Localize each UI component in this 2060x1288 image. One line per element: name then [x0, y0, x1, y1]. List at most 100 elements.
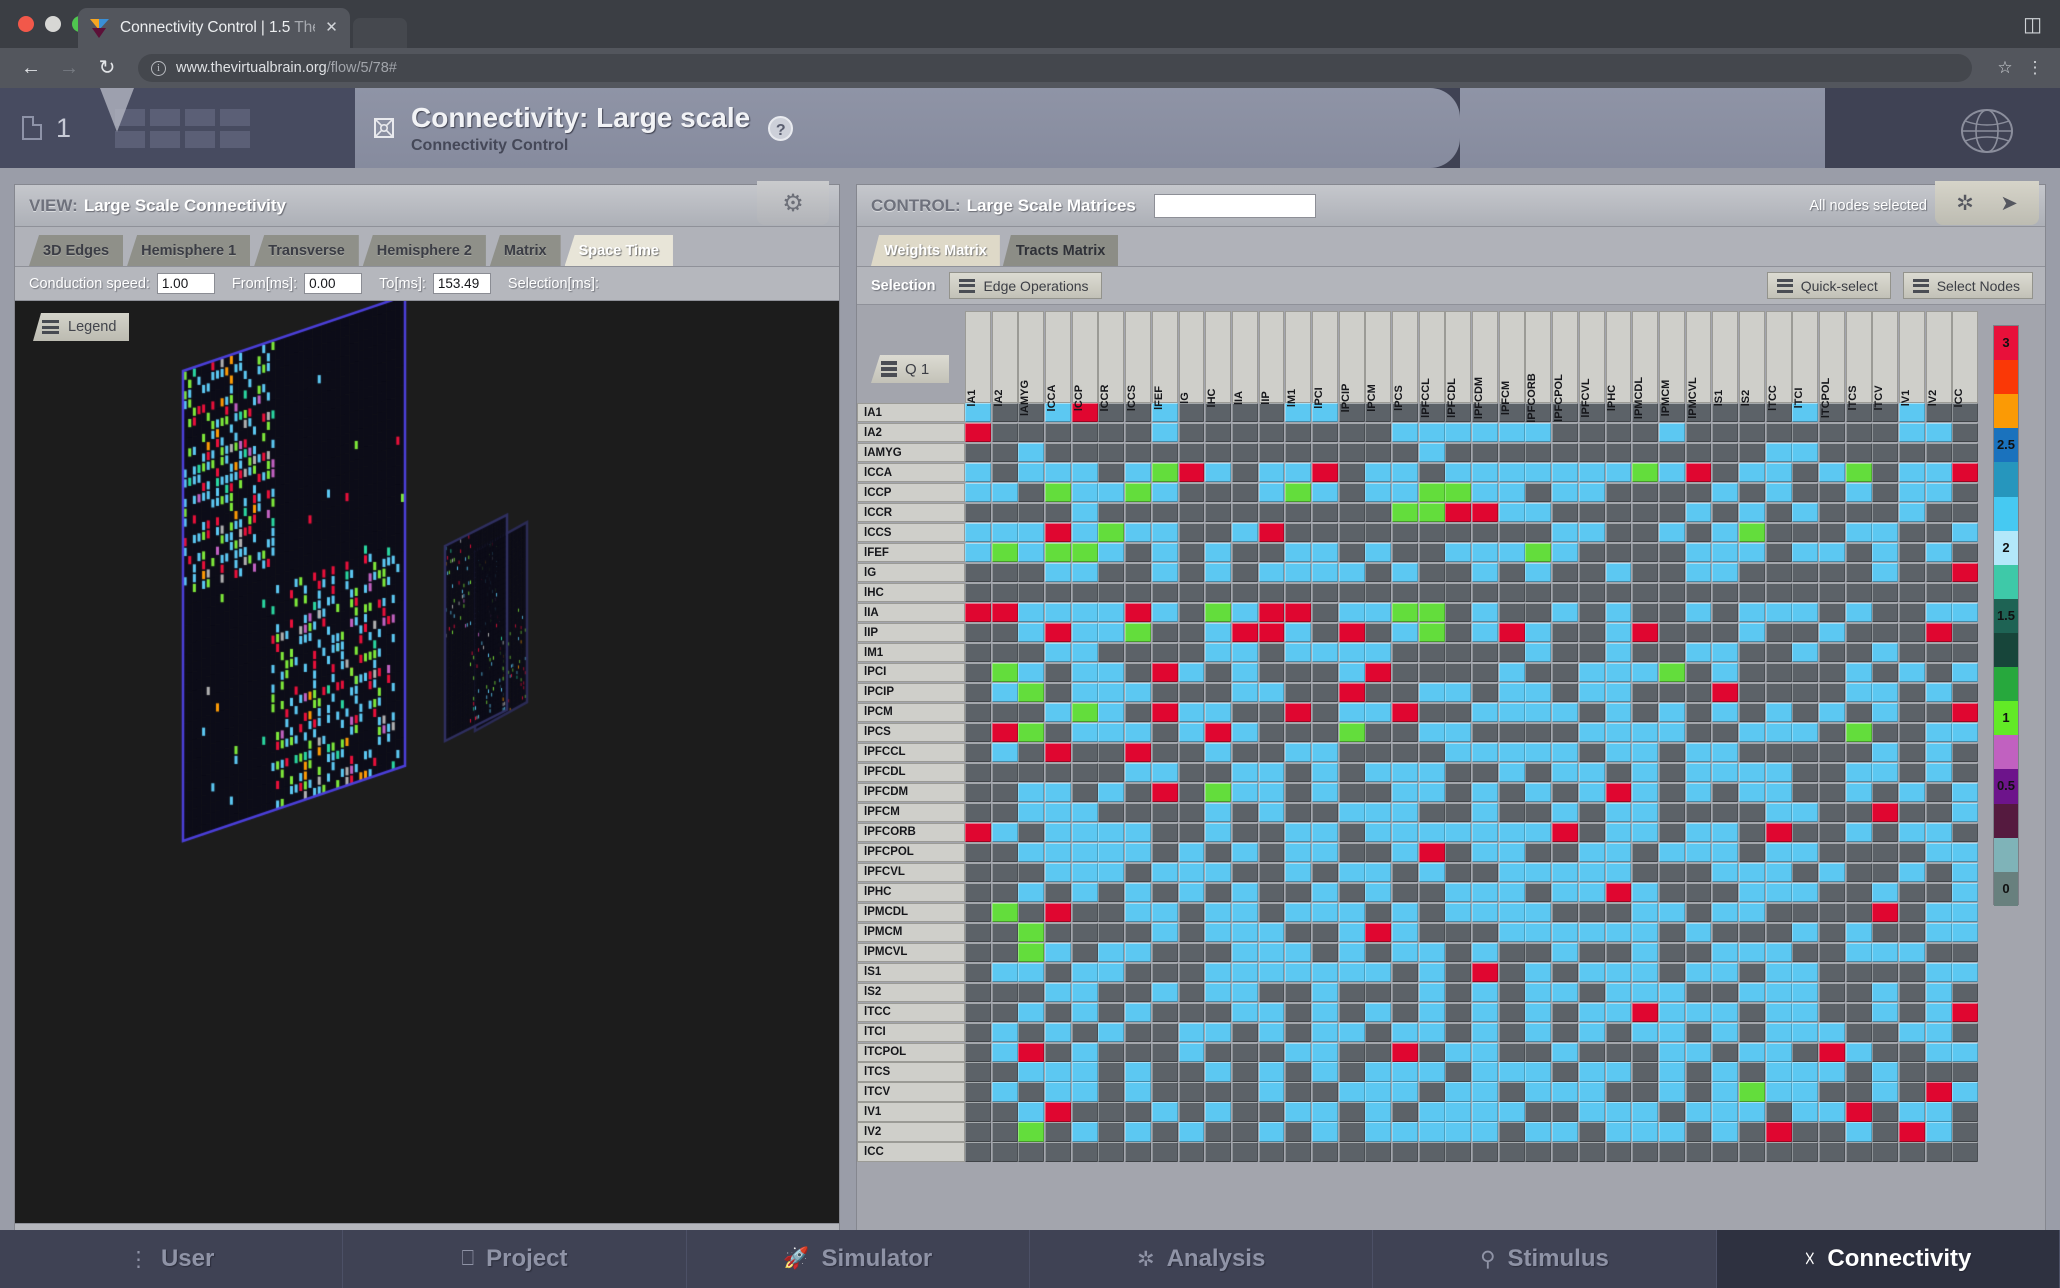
matrix-cell[interactable]: [1765, 502, 1792, 523]
matrix-column-label[interactable]: lS2: [1738, 311, 1765, 406]
matrix-cell[interactable]: [1338, 422, 1365, 443]
matrix-cell[interactable]: [1151, 762, 1178, 783]
matrix-cell[interactable]: [1231, 1122, 1258, 1142]
matrix-cell[interactable]: [965, 722, 991, 743]
matrix-cell[interactable]: [1498, 1042, 1525, 1062]
matrix-cell[interactable]: [1925, 882, 1952, 903]
matrix-cell[interactable]: [1578, 482, 1605, 503]
matrix-column-label[interactable]: lPHC: [1605, 311, 1632, 411]
matrix-cell[interactable]: [1285, 682, 1312, 703]
matrix-cell[interactable]: [1925, 522, 1952, 543]
matrix-cell[interactable]: [1311, 822, 1338, 843]
matrix-cell[interactable]: [1178, 502, 1205, 523]
matrix-cell[interactable]: [1071, 1042, 1098, 1062]
matrix-cell[interactable]: [1445, 542, 1472, 563]
matrix-cell[interactable]: [1819, 642, 1845, 663]
matrix-cell[interactable]: [1365, 862, 1392, 883]
matrix-cell[interactable]: [1071, 722, 1098, 743]
matrix-cell[interactable]: [1392, 982, 1418, 1002]
matrix-cell[interactable]: [1285, 602, 1312, 623]
matrix-cell[interactable]: [1178, 482, 1205, 503]
matrix-cell[interactable]: [1205, 1062, 1232, 1082]
matrix-cell[interactable]: [1685, 942, 1712, 962]
matrix-cell[interactable]: [965, 662, 991, 683]
matrix-cell[interactable]: [1952, 862, 1979, 883]
matrix-cell[interactable]: [1098, 1142, 1125, 1162]
matrix-cell[interactable]: [1658, 982, 1685, 1002]
matrix-cell[interactable]: [1605, 822, 1632, 843]
matrix-cell[interactable]: [1685, 1062, 1712, 1082]
matrix-cell[interactable]: [1712, 842, 1739, 863]
matrix-cell[interactable]: [1765, 582, 1792, 603]
matrix-cell[interactable]: [1418, 622, 1445, 643]
matrix-cell[interactable]: [965, 682, 991, 703]
matrix-cell[interactable]: [1071, 1062, 1098, 1082]
matrix-cell[interactable]: [1178, 1002, 1205, 1022]
matrix-cell[interactable]: [1712, 962, 1739, 982]
matrix-cell[interactable]: [1231, 562, 1258, 583]
matrix-cell[interactable]: [1098, 722, 1125, 743]
matrix-cell[interactable]: [1658, 1062, 1685, 1082]
matrix-cell[interactable]: [1392, 882, 1418, 903]
matrix-cell[interactable]: [1738, 762, 1765, 783]
matrix-cell[interactable]: [1338, 1042, 1365, 1062]
matrix-cell[interactable]: [1738, 882, 1765, 903]
matrix-cell[interactable]: [1365, 422, 1392, 443]
matrix-cell[interactable]: [1258, 422, 1285, 443]
from-ms-input[interactable]: [304, 273, 363, 294]
matrix-cell[interactable]: [1819, 502, 1845, 523]
matrix-cell[interactable]: [1178, 702, 1205, 723]
matrix-row-label[interactable]: lV1: [857, 1102, 965, 1122]
matrix-cell[interactable]: [1231, 1082, 1258, 1102]
matrix-row-label[interactable]: lPCIP: [857, 682, 965, 703]
matrix-cell[interactable]: [1285, 962, 1312, 982]
matrix-cell[interactable]: [1392, 562, 1418, 583]
matrix-cell[interactable]: [1792, 1102, 1819, 1122]
matrix-cell[interactable]: [1205, 502, 1232, 523]
matrix-cell[interactable]: [1872, 1102, 1899, 1122]
matrix-cell[interactable]: [1311, 622, 1338, 643]
matrix-cell[interactable]: [1098, 462, 1125, 483]
matrix-cell[interactable]: [1365, 1042, 1392, 1062]
matrix-cell[interactable]: [1765, 422, 1792, 443]
matrix-cell[interactable]: [1258, 642, 1285, 663]
matrix-cell[interactable]: [1151, 1102, 1178, 1122]
matrix-cell[interactable]: [1258, 762, 1285, 783]
matrix-cell[interactable]: [1819, 1142, 1845, 1162]
matrix-cell[interactable]: [1872, 642, 1899, 663]
matrix-cell[interactable]: [1712, 922, 1739, 942]
matrix-cell[interactable]: [1605, 1122, 1632, 1142]
matrix-cell[interactable]: [1472, 862, 1498, 883]
matrix-cell[interactable]: [1605, 922, 1632, 942]
matrix-cell[interactable]: [1498, 1062, 1525, 1082]
matrix-cell[interactable]: [1792, 822, 1819, 843]
matrix-cell[interactable]: [1845, 522, 1872, 543]
matrix-cell[interactable]: [1258, 922, 1285, 942]
matrix-row-label[interactable]: lFEF: [857, 542, 965, 563]
matrix-cell[interactable]: [1311, 542, 1338, 563]
matrix-cell[interactable]: [1632, 482, 1659, 503]
matrix-cell[interactable]: [1738, 1122, 1765, 1142]
matrix-cell[interactable]: [1498, 1002, 1525, 1022]
matrix-cell[interactable]: [991, 682, 1018, 703]
matrix-cell[interactable]: [965, 742, 991, 763]
matrix-row-label[interactable]: lPFCORB: [857, 822, 965, 843]
share-icon[interactable]: ➤: [2000, 191, 2018, 216]
matrix-cell[interactable]: [1258, 702, 1285, 723]
matrix-cell[interactable]: [1231, 403, 1258, 423]
matrix-cell[interactable]: [1952, 662, 1979, 683]
matrix-cell[interactable]: [1231, 522, 1258, 543]
matrix-cell[interactable]: [1525, 882, 1552, 903]
matrix-cell[interactable]: [1151, 422, 1178, 443]
matrix-cell[interactable]: [1231, 1022, 1258, 1042]
matrix-cell[interactable]: [991, 942, 1018, 962]
matrix-cell[interactable]: [1178, 882, 1205, 903]
matrix-cell[interactable]: [1205, 782, 1232, 803]
matrix-cell[interactable]: [1258, 1122, 1285, 1142]
matrix-cell[interactable]: [1498, 822, 1525, 843]
matrix-cell[interactable]: [1552, 642, 1579, 663]
matrix-cell[interactable]: [1765, 982, 1792, 1002]
matrix-cell[interactable]: [1498, 802, 1525, 823]
tab-matrix[interactable]: Matrix: [489, 235, 561, 266]
matrix-cell[interactable]: [965, 482, 991, 503]
